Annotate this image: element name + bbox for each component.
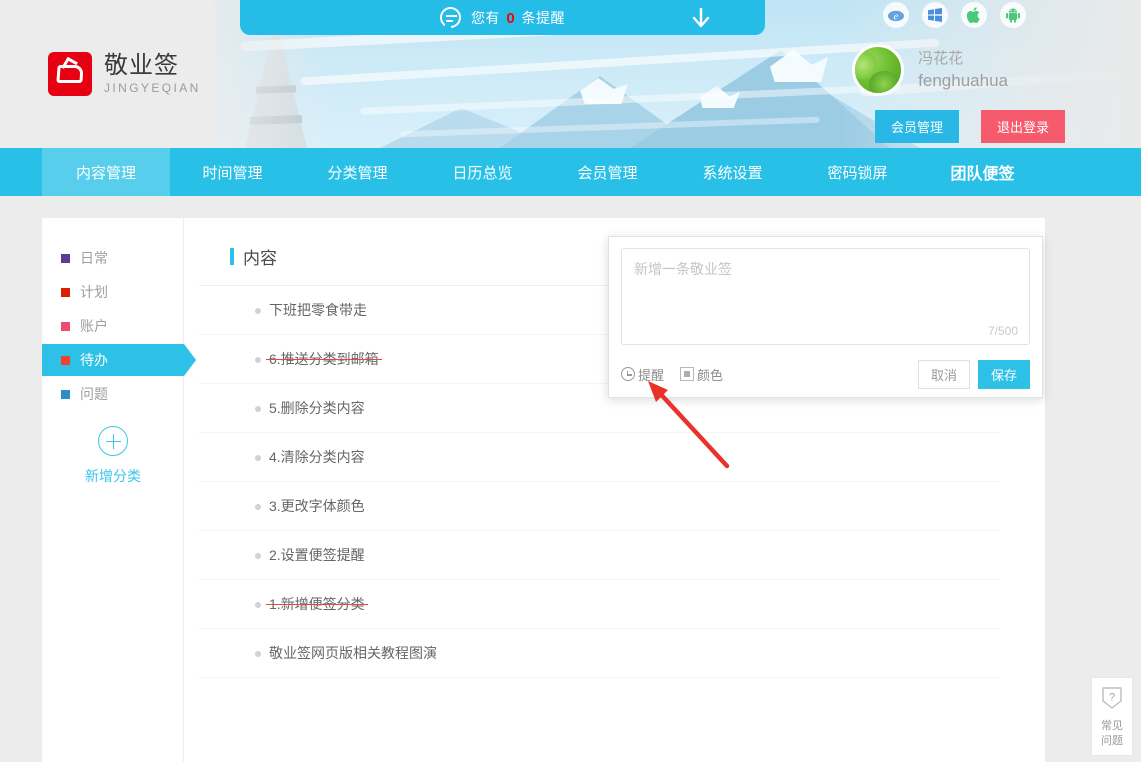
nav-item-password-lock[interactable]: 密码锁屏	[795, 148, 920, 196]
sidebar-item-label: 账户	[80, 318, 108, 334]
download-arrow-icon[interactable]	[691, 8, 711, 30]
brand-name: 敬业签	[104, 52, 179, 80]
faq-label-line2: 问题	[1101, 735, 1123, 748]
popup-footer: 提醒 颜色 取消 保存	[621, 359, 1030, 389]
notification-prefix: 您有	[470, 9, 500, 26]
category-color-swatch	[61, 253, 70, 263]
plus-circle-icon	[98, 426, 128, 456]
logout-button[interactable]: 退出登录	[980, 110, 1065, 143]
title-accent-bar	[230, 248, 234, 265]
note-text: 5.删除分类内容	[269, 400, 365, 416]
nav-item-content-management[interactable]: 内容管理	[42, 148, 170, 196]
category-sidebar: 日常 计划 账户 待办 问题 新增分类	[42, 218, 196, 762]
brand-logo[interactable]: 敬业签 JINGYEQIAN	[48, 52, 201, 96]
sidebar-item-plan[interactable]: 计划	[42, 276, 183, 308]
sidebar-item-daily[interactable]: 日常	[42, 242, 183, 274]
category-color-swatch	[61, 287, 70, 297]
account-actions: 会员管理 退出登录	[874, 110, 1065, 143]
note-text: 下班把零食带走	[269, 302, 367, 318]
color-square-icon	[680, 367, 695, 381]
popup-actions: 取消 保存	[917, 359, 1030, 389]
remind-option[interactable]: 提醒	[621, 365, 664, 384]
note-text: 3.更改字体颜色	[269, 498, 365, 514]
logo-mark-icon	[48, 52, 92, 96]
sidebar-item-label: 日常	[80, 250, 108, 266]
svg-text:?: ?	[1109, 692, 1115, 704]
note-text: 6.推送分类到邮箱	[266, 351, 382, 367]
account-nickname: 冯花花	[918, 49, 964, 67]
notification-bar[interactable]: 您有 0 条提醒	[240, 0, 765, 35]
color-label: 颜色	[697, 367, 724, 383]
brand-pinyin: JINGYEQIAN	[104, 80, 201, 95]
note-row[interactable]: 1.新增便签分类	[199, 580, 1000, 629]
note-text: 1.新增便签分类	[266, 596, 368, 612]
svg-text:e: e	[894, 11, 899, 23]
save-button[interactable]: 保存	[977, 359, 1030, 389]
remind-label: 提醒	[638, 367, 665, 383]
nav-item-team-notes[interactable]: 团队便签	[920, 148, 1045, 196]
category-color-swatch	[61, 355, 70, 365]
ie-icon[interactable]: e	[883, 2, 909, 28]
speech-bubble-icon	[439, 7, 461, 30]
add-category-button[interactable]: 新增分类	[42, 426, 184, 486]
note-input-wrapper: 7/500	[621, 248, 1030, 345]
avatar[interactable]	[852, 44, 905, 96]
note-text: 2.设置便签提醒	[269, 547, 365, 563]
bullet-icon	[255, 504, 261, 510]
sidebar-item-label: 待办	[80, 352, 108, 368]
platform-icon-group: e	[883, 2, 1026, 28]
sidebar-item-label: 问题	[80, 386, 108, 402]
note-text: 敬业签网页版相关教程图演	[269, 645, 437, 661]
notification-text: 您有 0 条提醒	[471, 8, 565, 28]
notification-suffix: 条提醒	[521, 9, 566, 26]
android-icon[interactable]	[1000, 2, 1026, 28]
note-textarea[interactable]	[621, 248, 1030, 345]
bullet-icon	[255, 553, 261, 559]
faq-label-line1: 常见	[1101, 720, 1123, 733]
note-row[interactable]: 4.清除分类内容	[199, 433, 1000, 482]
bullet-icon	[255, 651, 261, 657]
nav-left-spacer	[0, 148, 42, 196]
bullet-icon	[255, 602, 261, 608]
main-navigation: 内容管理 时间管理 分类管理 日历总览 会员管理 系统设置 密码锁屏 团队便签	[0, 148, 1141, 196]
nav-item-time-management[interactable]: 时间管理	[170, 148, 295, 196]
bullet-icon	[255, 406, 261, 412]
vip-management-button[interactable]: 会员管理	[874, 110, 959, 143]
new-note-popup: 7/500 提醒 颜色 取消 保存	[608, 236, 1043, 398]
windows-icon[interactable]	[922, 2, 948, 28]
clock-icon	[621, 367, 635, 381]
bullet-icon	[255, 308, 261, 314]
page-title: 内容	[243, 249, 277, 268]
category-color-swatch	[61, 321, 70, 331]
note-row[interactable]: 2.设置便签提醒	[199, 531, 1000, 580]
question-shield-icon: ?	[1102, 687, 1122, 710]
nav-item-category-management[interactable]: 分类管理	[295, 148, 420, 196]
account-username: fenghuahua	[918, 70, 1008, 90]
cancel-button[interactable]: 取消	[917, 359, 970, 389]
nav-item-member-management[interactable]: 会员管理	[545, 148, 670, 196]
bullet-icon	[255, 455, 261, 461]
nav-item-calendar-overview[interactable]: 日历总览	[420, 148, 545, 196]
category-color-swatch	[61, 389, 70, 399]
note-text: 4.清除分类内容	[269, 449, 365, 465]
color-option[interactable]: 颜色	[680, 365, 723, 384]
account-block: 冯花花 fenghuahua	[852, 44, 1008, 96]
bullet-icon	[255, 357, 261, 363]
character-counter: 7/500	[987, 324, 1018, 338]
nav-item-system-settings[interactable]: 系统设置	[670, 148, 795, 196]
sidebar-item-label: 计划	[80, 284, 108, 300]
note-row[interactable]: 敬业签网页版相关教程图演	[199, 629, 1000, 678]
add-category-label: 新增分类	[85, 468, 141, 484]
note-row[interactable]: 3.更改字体颜色	[199, 482, 1000, 531]
sidebar-item-account[interactable]: 账户	[42, 310, 183, 342]
notification-count: 0	[506, 9, 516, 27]
sidebar-item-todo[interactable]: 待办	[42, 344, 196, 376]
sidebar-item-question[interactable]: 问题	[42, 378, 183, 410]
apple-icon[interactable]	[961, 2, 987, 28]
faq-widget[interactable]: ? 常见 问题	[1091, 677, 1133, 756]
